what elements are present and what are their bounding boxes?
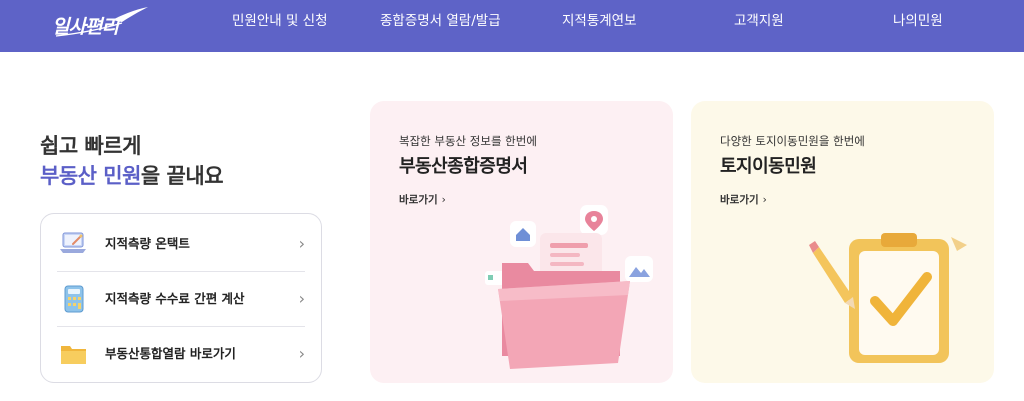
card-subtitle: 복잡한 부동산 정보를 한번에 xyxy=(399,134,537,148)
folder-icon xyxy=(59,340,89,368)
hero-headline-accent: 부동산 민원 xyxy=(40,164,141,188)
top-navigation-bar: 일사편리 민원안내 및 신청 종합증명서 열람/발급 지적통계연보 고객지원 나… xyxy=(0,0,1024,52)
logo-text: 일사편리 xyxy=(52,16,119,38)
quick-menu-label: 부동산통합열람 바로가기 xyxy=(105,346,236,361)
laptop-icon xyxy=(59,230,89,258)
chevron-right-icon: › xyxy=(762,194,767,206)
card-real-estate-certificate[interactable]: 복잡한 부동산 정보를 한번에 부동산종합증명서 바로가기 › xyxy=(370,101,673,383)
quick-menu: 지적측량 온택트 › 지적측량 수수료 간편 계산 › 부동산통합열람 바로가기… xyxy=(40,213,322,383)
nav-civil-service-guide[interactable]: 민원안내 및 신청 xyxy=(232,0,328,52)
card-title: 토지이동민원 xyxy=(720,156,817,177)
quick-menu-label: 지적측량 수수료 간편 계산 xyxy=(105,291,245,306)
card-land-movement[interactable]: 다양한 토지이동민원을 한번에 토지이동민원 바로가기 › xyxy=(691,101,994,383)
nav-my-civil-services[interactable]: 나의민원 xyxy=(893,0,943,52)
chevron-right-icon: › xyxy=(298,344,305,363)
nav-cadastral-statistics[interactable]: 지적통계연보 xyxy=(562,0,637,52)
hero-headline-line1: 쉽고 빠르게 xyxy=(40,134,141,158)
open-folder-document-icon xyxy=(485,205,653,369)
chevron-right-icon: › xyxy=(441,194,446,206)
calculator-icon xyxy=(59,285,89,313)
clipboard-check-pencil-icon xyxy=(809,233,967,363)
card-title: 부동산종합증명서 xyxy=(399,156,528,177)
nav-comprehensive-certificate[interactable]: 종합증명서 열람/발급 xyxy=(380,0,501,52)
quick-menu-item-integrated-view[interactable]: 부동산통합열람 바로가기 › xyxy=(57,327,305,381)
card-shortcut-link[interactable]: 바로가기 › xyxy=(720,192,767,207)
card-shortcut-link[interactable]: 바로가기 › xyxy=(399,192,446,207)
card-subtitle: 다양한 토지이동민원을 한번에 xyxy=(720,134,865,148)
chevron-right-icon: › xyxy=(298,234,305,253)
nav-customer-support[interactable]: 고객지원 xyxy=(734,0,784,52)
hero-headline-rest: 을 끝내요 xyxy=(140,164,224,188)
card-shortcut-label: 바로가기 xyxy=(399,194,438,206)
quick-menu-label: 지적측량 온택트 xyxy=(105,236,190,251)
quick-menu-item-fee-calculator[interactable]: 지적측량 수수료 간편 계산 › xyxy=(57,272,305,326)
chevron-right-icon: › xyxy=(298,289,305,308)
site-logo[interactable]: 일사편리 xyxy=(52,6,152,42)
quick-menu-item-survey-ontact[interactable]: 지적측량 온택트 › xyxy=(57,217,305,271)
hero-headline-line2: 부동산 민원을 끝내요 xyxy=(40,160,224,190)
card-shortcut-label: 바로가기 xyxy=(720,194,759,206)
